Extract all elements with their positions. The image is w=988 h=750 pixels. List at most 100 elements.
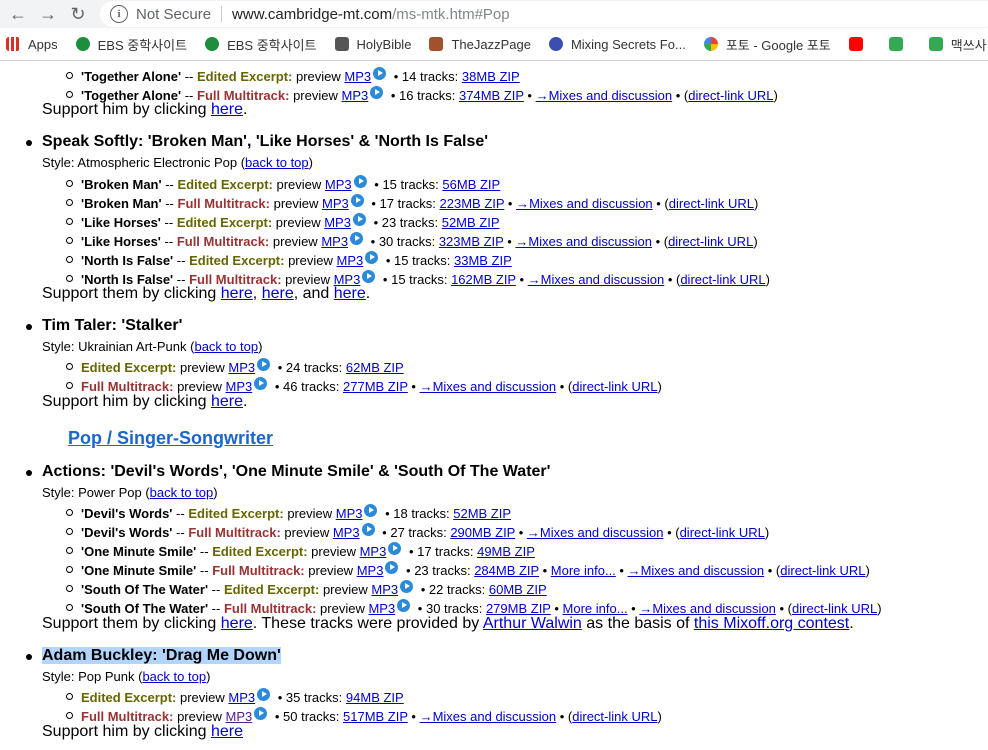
mp3-link[interactable]: MP3 — [228, 360, 255, 375]
direct-link[interactable]: direct-link URL — [688, 88, 773, 103]
support-link[interactable]: here — [334, 285, 366, 302]
genre-heading[interactable]: Pop / Singer-Songwriter — [68, 428, 273, 449]
zip-link[interactable]: 284MB ZIP — [474, 563, 539, 578]
direct-link[interactable]: direct-link URL — [572, 709, 657, 724]
play-icon[interactable] — [361, 523, 375, 536]
play-icon[interactable] — [388, 542, 402, 555]
direct-link[interactable]: direct-link URL — [792, 601, 877, 616]
play-icon[interactable] — [352, 213, 366, 226]
mp3-link[interactable]: MP3 — [371, 582, 398, 597]
zip-link[interactable]: 60MB ZIP — [489, 582, 547, 597]
zip-link[interactable]: 49MB ZIP — [477, 544, 535, 559]
play-icon[interactable] — [365, 251, 379, 264]
mp3-link[interactable]: MP3 — [336, 506, 363, 521]
zip-link[interactable]: 62MB ZIP — [346, 360, 404, 375]
mp3-link[interactable]: MP3 — [226, 709, 253, 724]
mp3-link[interactable]: MP3 — [322, 196, 349, 211]
mixes-link[interactable]: →Mixes and discussion — [639, 601, 776, 616]
direct-link[interactable]: direct-link URL — [680, 525, 765, 540]
forward-arrow-icon[interactable]: → — [36, 2, 60, 26]
zip-link[interactable]: 279MB ZIP — [486, 601, 551, 616]
bookmark-ebs-2[interactable]: EBS 중학사이트 — [205, 35, 317, 54]
mp3-link[interactable]: MP3 — [321, 234, 348, 249]
bookmark-jazzpage[interactable]: TheJazzPage — [429, 37, 531, 52]
direct-link[interactable]: direct-link URL — [572, 379, 657, 394]
direct-link[interactable]: direct-link URL — [668, 234, 753, 249]
reload-icon[interactable]: ↻ — [66, 2, 90, 26]
mp3-link[interactable]: MP3 — [228, 690, 255, 705]
play-icon[interactable] — [373, 67, 387, 80]
mp3-link[interactable]: MP3 — [324, 215, 351, 230]
zip-link[interactable]: 323MB ZIP — [439, 234, 504, 249]
play-icon[interactable] — [353, 175, 367, 188]
support-link[interactable]: here — [221, 285, 253, 302]
zip-link[interactable]: 162MB ZIP — [451, 272, 516, 287]
support-link[interactable]: here — [211, 723, 243, 740]
play-icon[interactable] — [254, 377, 268, 390]
support-link[interactable]: here — [221, 615, 253, 632]
bookmark-holybible[interactable]: HolyBible — [334, 37, 411, 52]
direct-link[interactable]: direct-link URL — [780, 563, 865, 578]
mp3-link[interactable]: MP3 — [342, 88, 369, 103]
mixes-link[interactable]: →Mixes and discussion — [420, 709, 557, 724]
back-arrow-icon[interactable]: ← — [6, 2, 30, 26]
zip-link[interactable]: 94MB ZIP — [346, 690, 404, 705]
zip-link[interactable]: 52MB ZIP — [442, 215, 500, 230]
mp3-link[interactable]: MP3 — [325, 177, 352, 192]
mp3-link[interactable]: MP3 — [226, 379, 253, 394]
direct-link[interactable]: direct-link URL — [669, 196, 754, 211]
mp3-link[interactable]: MP3 — [368, 601, 395, 616]
play-icon[interactable] — [350, 194, 364, 207]
mixes-link[interactable]: →Mixes and discussion — [628, 563, 765, 578]
back-to-top-link[interactable]: back to top — [245, 155, 309, 170]
play-icon[interactable] — [350, 232, 364, 245]
bookmark-green-1[interactable] — [888, 37, 911, 51]
mp3-link[interactable]: MP3 — [357, 563, 384, 578]
support-link[interactable]: here — [211, 101, 243, 118]
mixes-link[interactable]: →Mixes and discussion — [515, 234, 652, 249]
mixes-link[interactable]: →Mixes and discussion — [527, 525, 664, 540]
zip-link[interactable]: 52MB ZIP — [453, 506, 511, 521]
zip-link[interactable]: 290MB ZIP — [450, 525, 515, 540]
bookmark-youtube[interactable] — [848, 37, 871, 51]
play-icon[interactable] — [364, 504, 378, 517]
mp3-link[interactable]: MP3 — [344, 69, 371, 84]
more-info-link[interactable]: More info... — [563, 601, 628, 616]
back-to-top-link[interactable]: back to top — [194, 339, 258, 354]
more-info-link[interactable]: More info... — [551, 563, 616, 578]
zip-link[interactable]: 38MB ZIP — [462, 69, 520, 84]
support-link[interactable]: here — [262, 285, 294, 302]
bookmark-google-photos[interactable]: 포토 - Google 포토 — [703, 35, 831, 54]
play-icon[interactable] — [385, 561, 399, 574]
back-to-top-link[interactable]: back to top — [150, 485, 214, 500]
zip-link[interactable]: 277MB ZIP — [343, 379, 408, 394]
play-icon[interactable] — [400, 580, 414, 593]
play-icon[interactable] — [370, 86, 384, 99]
mp3-link[interactable]: MP3 — [333, 525, 360, 540]
mp3-link[interactable]: MP3 — [336, 253, 363, 268]
play-icon[interactable] — [257, 688, 271, 701]
back-to-top-link[interactable]: back to top — [142, 669, 206, 684]
info-icon[interactable]: i — [110, 5, 128, 23]
zip-link[interactable]: 223MB ZIP — [440, 196, 505, 211]
bookmark-mixing-secrets[interactable]: Mixing Secrets Fo... — [548, 37, 686, 52]
zip-link[interactable]: 517MB ZIP — [343, 709, 408, 724]
mixoff-contest-link[interactable]: this Mixoff.org contest — [694, 615, 849, 632]
mixes-link[interactable]: →Mixes and discussion — [420, 379, 557, 394]
play-icon[interactable] — [254, 707, 268, 720]
zip-link[interactable]: 33MB ZIP — [454, 253, 512, 268]
bookmark-maeksseusa[interactable]: 맥쓰사 — [928, 35, 987, 54]
mixes-link[interactable]: →Mixes and discussion — [528, 272, 665, 287]
arthur-walwin-link[interactable]: Arthur Walwin — [483, 615, 582, 632]
play-icon[interactable] — [397, 599, 411, 612]
bookmark-ebs-1[interactable]: EBS 중학사이트 — [75, 35, 187, 54]
direct-link[interactable]: direct-link URL — [680, 272, 765, 287]
mp3-link[interactable]: MP3 — [360, 544, 387, 559]
support-link[interactable]: here — [211, 393, 243, 410]
mixes-link[interactable]: →Mixes and discussion — [516, 196, 653, 211]
bookmark-apps[interactable]: Apps — [6, 37, 58, 52]
address-bar[interactable]: i Not Secure www.cambridge-mt.com/ms-mtk… — [100, 1, 988, 27]
play-icon[interactable] — [257, 358, 271, 371]
play-icon[interactable] — [362, 270, 376, 283]
zip-link[interactable]: 374MB ZIP — [459, 88, 524, 103]
